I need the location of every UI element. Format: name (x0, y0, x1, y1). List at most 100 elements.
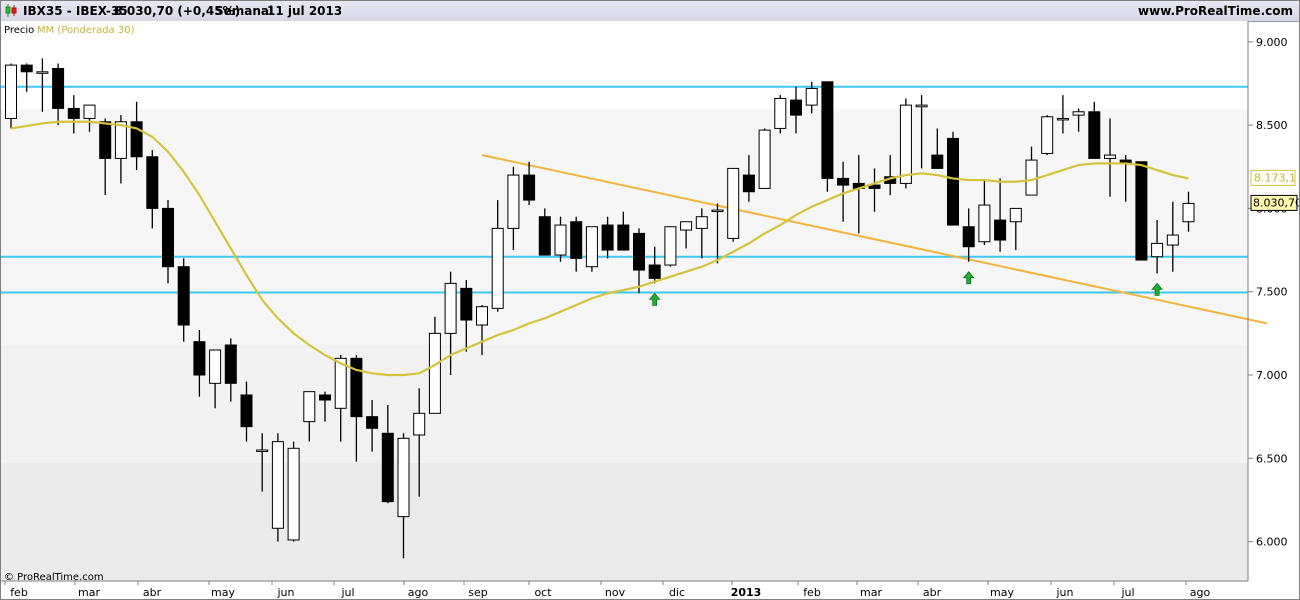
ma-value-label: 8.173,1 (1254, 171, 1296, 184)
candle-body (5, 64, 17, 119)
y-tick-label: 7.000 (1256, 369, 1288, 382)
candle-body (994, 219, 1007, 241)
candle-body (633, 232, 645, 271)
x-tick-label: jun (1056, 586, 1074, 599)
candle-body (837, 177, 850, 186)
y-tick-label: 9.000 (1256, 36, 1288, 49)
period-label: Semanal (215, 4, 274, 18)
candle-body (413, 412, 426, 436)
candle-body (350, 357, 363, 418)
chart-window: IBX35 - IBEX-35 8.030,70 (+0,45%) Semana… (0, 0, 1300, 600)
candle-body (256, 449, 269, 452)
candle-body (193, 341, 206, 376)
x-tick-label: ago (408, 586, 429, 599)
site-link[interactable]: www.ProRealTime.com (1138, 4, 1293, 18)
candle-body (67, 107, 80, 119)
candle-body (727, 167, 740, 239)
x-tick-label: abr (923, 586, 942, 599)
candle-body (523, 174, 536, 201)
x-tick-label: abr (143, 586, 162, 599)
price-chart: 9.0008.5008.0007.5007.0006.5006.000febma… (1, 21, 1299, 599)
candle-body (648, 264, 661, 279)
footer-copyright: © ProRealTime.com (4, 572, 104, 583)
candle-body (52, 67, 65, 109)
candle-body (1151, 242, 1164, 258)
x-tick-label: mar (860, 586, 882, 599)
candle-body (1025, 159, 1038, 196)
candle-body (177, 266, 190, 326)
candle-body (1104, 154, 1116, 159)
candle-0 (5, 63, 17, 129)
candle-body (711, 209, 724, 213)
candle-48 (758, 128, 771, 189)
legend-price: Precio (4, 25, 34, 36)
candle-body (742, 174, 755, 193)
x-tick-label: sep (468, 586, 487, 599)
candle-body (1135, 161, 1148, 261)
candle-body (381, 432, 394, 503)
candle-body (585, 226, 598, 268)
candle-body (1088, 111, 1101, 159)
candle-body (1166, 234, 1179, 246)
candle-body (271, 441, 284, 529)
candle-body (491, 227, 504, 309)
candle-body (36, 71, 49, 74)
x-tick-label: jul (340, 586, 354, 599)
x-tick-label: jul (1120, 586, 1134, 599)
candle-body (805, 87, 818, 106)
band-mid (1, 345, 1248, 463)
candle-49 (774, 95, 787, 134)
candle-body (758, 129, 771, 189)
candle-body (915, 104, 928, 108)
x-tick-label: may (990, 586, 1014, 599)
candle-body (1009, 207, 1022, 223)
candle-body (554, 224, 567, 256)
chart-header: IBX35 - IBEX-35 8.030,70 (+0,45%) Semana… (1, 1, 1299, 22)
symbol-label: IBX35 - IBEX-35 (23, 4, 128, 18)
candle-body (224, 344, 237, 384)
y-tick-label: 6.500 (1256, 452, 1288, 465)
candle-body (821, 81, 834, 179)
band-dark (1, 463, 1248, 581)
candle-body (319, 394, 331, 401)
y-tick-label: 6.000 (1256, 536, 1288, 549)
candle-body (162, 207, 174, 268)
candle-body (444, 282, 457, 334)
candle-body (774, 97, 787, 129)
x-tick-label: dic (669, 586, 685, 599)
candle-body (1056, 117, 1069, 121)
x-tick-label: oct (534, 586, 552, 599)
candle-42 (664, 226, 677, 267)
candle-body (397, 437, 410, 518)
candle-37 (585, 226, 598, 272)
candle-body (1041, 116, 1054, 154)
candle-body (978, 204, 991, 243)
candle-body (570, 221, 583, 259)
candle-52 (821, 81, 834, 192)
candle-body (83, 104, 96, 119)
candle-body (1072, 111, 1085, 116)
x-tick-label: ago (1190, 586, 1211, 599)
candle-body (1182, 202, 1195, 223)
candle-17 (271, 433, 284, 542)
candle-body (240, 394, 253, 428)
candle-body (99, 121, 112, 159)
candle-body (476, 306, 488, 326)
x-tick-label: nov (605, 586, 626, 599)
candlestick-logo-icon (5, 4, 17, 17)
candle-body (695, 216, 708, 229)
candle-body (899, 104, 912, 184)
legend-ma: MM (Ponderada 30) (37, 25, 135, 36)
last-price-value-label: 8.030,70 (1253, 196, 1299, 209)
candle-body (287, 447, 300, 541)
x-tick-label: may (211, 586, 235, 599)
candle-body (931, 154, 944, 169)
x-tick-label: feb (803, 586, 821, 599)
x-tick-label: jun (277, 586, 295, 599)
candle-46 (727, 167, 740, 242)
candle-body (601, 224, 614, 251)
candle-body (428, 332, 441, 414)
date-label: 11 jul 2013 (267, 4, 343, 18)
y-tick-label: 8.500 (1256, 119, 1288, 132)
candle-body (664, 226, 677, 266)
